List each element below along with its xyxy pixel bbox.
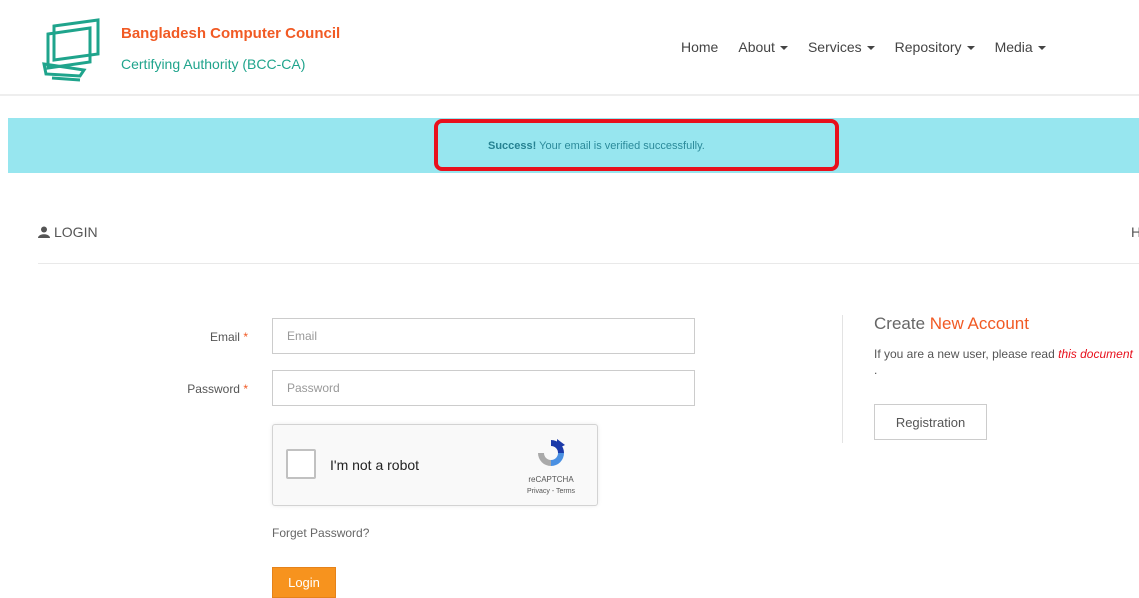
caret-down-icon <box>966 46 975 50</box>
column-divider <box>842 315 843 443</box>
create-account-info: If you are a new user, please read this … <box>874 346 1134 378</box>
site-header: Bangladesh Computer Council Certifying A… <box>0 0 1139 96</box>
main-nav: Home About Services Repository Media <box>681 39 1066 55</box>
recaptcha-widget: I'm not a robot reCAPTCHA Privacy - Term… <box>272 424 598 506</box>
email-label: Email * <box>148 330 248 344</box>
email-input[interactable] <box>272 318 695 354</box>
caret-down-icon <box>1037 46 1046 50</box>
divider <box>38 263 1139 264</box>
login-button[interactable]: Login <box>272 567 336 598</box>
recaptcha-links[interactable]: Privacy - Terms <box>523 488 579 495</box>
recaptcha-brand: reCAPTCHA <box>528 475 574 484</box>
registration-button[interactable]: Registration <box>874 404 987 440</box>
email-label-text: Email <box>209 330 240 344</box>
annotation-highlight-box <box>434 119 839 171</box>
password-label: Password * <box>148 382 248 396</box>
password-label-text: Password <box>187 382 240 396</box>
required-mark: * <box>243 382 248 396</box>
create-title-prefix: Create <box>874 314 930 333</box>
nav-media-label: Media <box>994 39 1033 55</box>
forget-password-link[interactable]: Forget Password? <box>272 526 369 540</box>
password-input[interactable] <box>272 370 695 406</box>
login-heading: LOGIN <box>38 224 98 240</box>
required-mark: * <box>243 330 248 344</box>
this-document-link[interactable]: this document <box>1058 347 1133 361</box>
caret-down-icon <box>779 46 788 50</box>
recaptcha-checkbox[interactable] <box>286 449 316 479</box>
user-icon <box>38 226 50 238</box>
nav-media[interactable]: Media <box>995 39 1046 55</box>
nav-home-label: Home <box>681 39 719 55</box>
recaptcha-logo-icon <box>538 439 565 466</box>
login-heading-label: LOGIN <box>54 224 98 240</box>
nav-repository[interactable]: Repository <box>895 39 975 55</box>
create-info-suffix: . <box>874 363 878 377</box>
breadcrumb-fragment[interactable]: H <box>1131 224 1139 240</box>
caret-down-icon <box>866 46 875 50</box>
nav-home[interactable]: Home <box>681 39 718 55</box>
brand-subtitle[interactable]: Certifying Authority (BCC-CA) <box>121 56 305 72</box>
brand-title[interactable]: Bangladesh Computer Council <box>121 25 340 42</box>
nav-about[interactable]: About <box>738 39 788 55</box>
nav-services-label: Services <box>807 39 862 55</box>
nav-services[interactable]: Services <box>808 39 875 55</box>
nav-repository-label: Repository <box>894 39 962 55</box>
create-account-title: Create New Account <box>874 314 1029 334</box>
create-title-accent: New Account <box>929 314 1029 333</box>
bcc-logo-icon[interactable] <box>40 18 110 82</box>
nav-about-label: About <box>738 39 775 55</box>
create-info-prefix: If you are a new user, please read <box>874 347 1059 361</box>
recaptcha-label: I'm not a robot <box>330 457 420 473</box>
